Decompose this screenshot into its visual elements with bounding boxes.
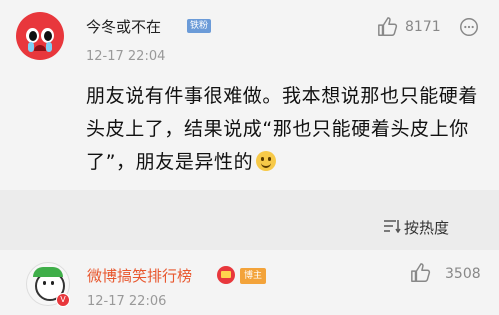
comment-body: 朋友说有件事很难做。我本想说那也只能硬着头皮上了，结果说成“那也只能硬着头皮上你… (86, 85, 479, 173)
sort-by-hot-button[interactable]: 按热度 (404, 217, 449, 238)
fan-badge: 铁粉 (187, 19, 212, 33)
comment-username[interactable]: 今冬或不在 (86, 16, 161, 37)
thumbs-up-icon[interactable] (410, 262, 432, 284)
comment-timestamp: 12-17 22:04 (86, 49, 166, 64)
avatar-eye (26, 28, 39, 43)
blogger-badge: 博主 (240, 268, 267, 284)
verified-icon: V (56, 293, 70, 307)
comment-timestamp-2: 12-17 22:06 (87, 294, 167, 309)
like-count-2: 3508 (445, 266, 481, 282)
avatar-eye (41, 28, 54, 43)
comment-text: 朋友说有件事很难做。我本想说那也只能硬着头皮上了，结果说成“那也只能硬着头皮上你… (86, 80, 486, 179)
crown-icon (217, 266, 235, 284)
comment-username-2[interactable]: 微博搞笑排行榜 (87, 265, 192, 286)
more-options-icon[interactable] (458, 16, 480, 38)
like-count: 8171 (405, 19, 441, 35)
sort-icon[interactable] (383, 219, 401, 233)
thumbs-up-icon[interactable] (377, 16, 399, 38)
smile-emoji-icon (256, 151, 277, 171)
user-avatar[interactable] (16, 12, 64, 60)
